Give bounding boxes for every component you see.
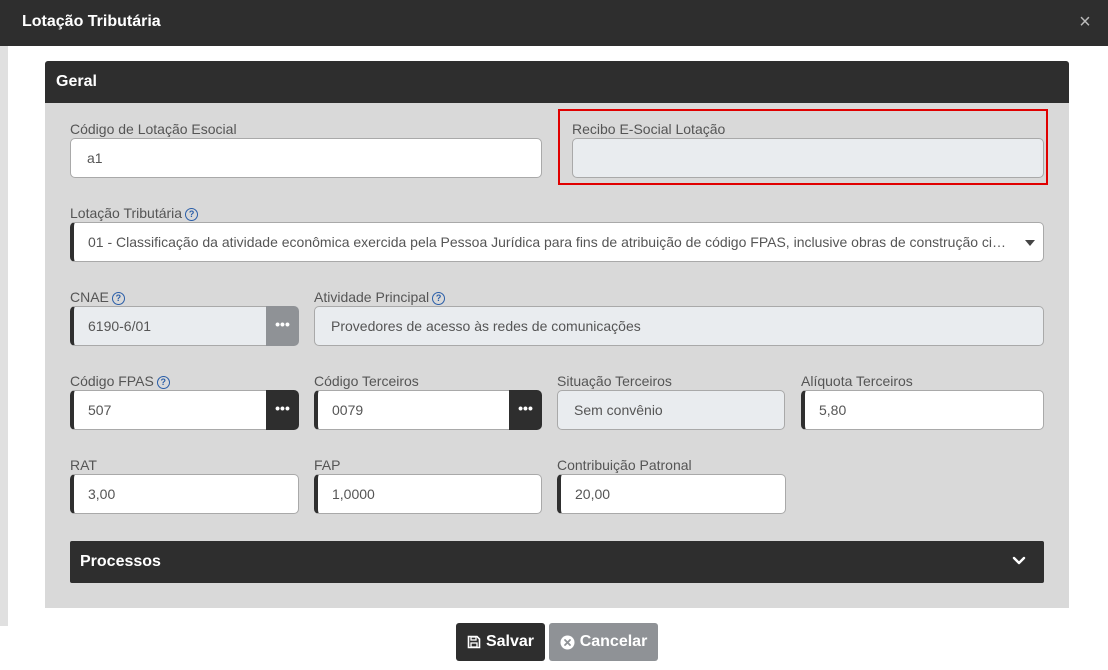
chevron-down-icon <box>1012 556 1026 565</box>
geral-title: Geral <box>56 73 97 90</box>
help-icon[interactable]: ? <box>432 292 446 305</box>
lotacao-dialog: Lotação Tributária × Geral Código de Lot… <box>0 0 1108 670</box>
geral-header: Geral <box>45 61 1069 103</box>
cancel-button[interactable]: Cancelar <box>549 623 658 661</box>
cnae-lookup-button[interactable]: ••• <box>266 306 299 346</box>
lotacao-tributaria-value: 01 - Classificação da atividade econômic… <box>88 234 1044 250</box>
aliquota-terceiros-label: Alíquota Terceiros <box>801 373 913 389</box>
help-icon[interactable]: ? <box>185 208 199 221</box>
codigo-terceiros-input[interactable]: 0079 <box>314 390 512 430</box>
help-icon[interactable]: ? <box>156 376 170 389</box>
situacao-terceiros-label: Situação Terceiros <box>557 373 672 389</box>
situacao-terceiros-input[interactable]: Sem convênio <box>557 390 785 430</box>
cnae-input[interactable]: 6190-6/01 <box>70 306 268 346</box>
codigo-fpas-input[interactable]: 507 <box>70 390 268 430</box>
cnae-label-text: CNAE <box>70 289 109 305</box>
atividade-principal-input[interactable]: Provedores de acesso às redes de comunic… <box>314 306 1044 346</box>
codigo-terceiros-label: Código Terceiros <box>314 373 419 389</box>
codigo-fpas-label-text: Código FPAS <box>70 373 154 389</box>
dialog-titlebar: Lotação Tributária × <box>0 0 1108 46</box>
save-button[interactable]: Salvar <box>456 623 545 661</box>
processos-section-toggle[interactable]: Processos <box>70 541 1044 583</box>
lotacao-tributaria-select[interactable]: 01 - Classificação da atividade econômic… <box>70 222 1044 262</box>
codigo-lotacao-input[interactable]: a1 <box>70 138 542 178</box>
close-icon[interactable]: × <box>1077 12 1093 32</box>
dialog-title: Lotação Tributária <box>22 13 161 30</box>
fap-input[interactable]: 1,0000 <box>314 474 542 514</box>
save-icon <box>467 635 481 649</box>
codigo-fpas-label: Código FPAS? <box>70 373 170 389</box>
atividade-principal-label-text: Atividade Principal <box>314 289 430 305</box>
contribuicao-patronal-input[interactable]: 20,00 <box>557 474 786 514</box>
rat-label: RAT <box>70 457 97 473</box>
contribuicao-patronal-label: Contribuição Patronal <box>557 457 692 473</box>
cancel-circle-icon <box>560 635 575 649</box>
codigo-lotacao-label: Código de Lotação Esocial <box>70 121 237 137</box>
cancel-button-label: Cancelar <box>579 633 648 650</box>
fpas-lookup-button[interactable]: ••• <box>266 390 299 430</box>
lotacao-tributaria-label-text: Lotação Tributária <box>70 205 183 221</box>
processos-title: Processos <box>80 553 161 570</box>
aliquota-terceiros-input[interactable]: 5,80 <box>801 390 1044 430</box>
recibo-highlight-box <box>558 109 1048 185</box>
help-icon[interactable]: ? <box>111 292 125 305</box>
save-button-label: Salvar <box>485 633 535 650</box>
atividade-principal-label: Atividade Principal? <box>314 289 446 305</box>
cnae-label: CNAE? <box>70 289 125 305</box>
left-edge-strip <box>0 46 8 626</box>
fap-label: FAP <box>314 457 341 473</box>
chevron-down-icon <box>1025 240 1035 246</box>
lotacao-tributaria-label: Lotação Tributária? <box>70 205 199 221</box>
rat-input[interactable]: 3,00 <box>70 474 299 514</box>
terceiros-lookup-button[interactable]: ••• <box>509 390 542 430</box>
